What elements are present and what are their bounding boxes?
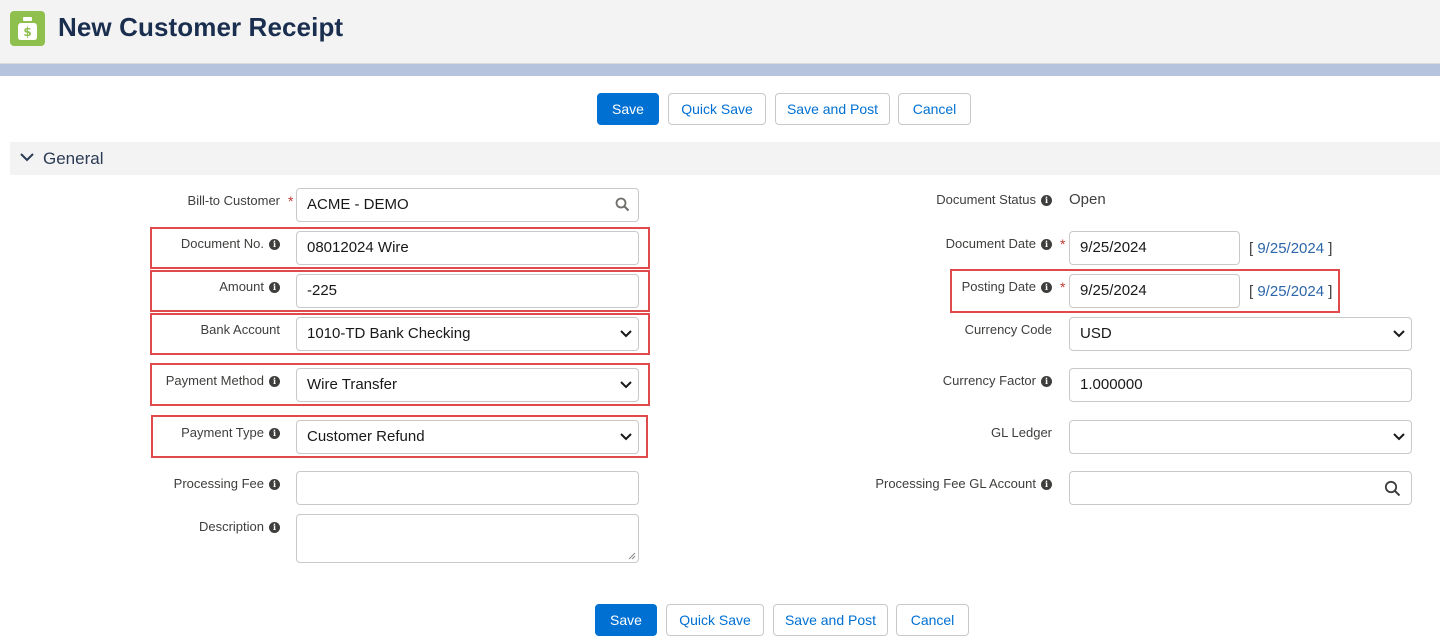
document-date-input[interactable]: 9/25/2024 <box>1069 231 1240 265</box>
payment-method-value: Wire Transfer <box>307 376 398 393</box>
search-icon[interactable] <box>1384 480 1401 497</box>
currency-factor-value: 1.000000 <box>1080 376 1143 393</box>
payment-type-select[interactable]: Customer Refund <box>296 420 639 454</box>
page-header: $ New Customer Receipt <box>0 0 1440 64</box>
currency-factor-label: Currency Factor i <box>943 373 1052 388</box>
currency-code-value: USD <box>1080 325 1112 342</box>
description-label: Description i <box>199 519 280 534</box>
payment-type-label: Payment Type i <box>181 425 280 440</box>
bracket-open: [ <box>1249 283 1254 300</box>
bill-to-customer-input[interactable]: ACME - DEMO <box>296 188 639 222</box>
processing-fee-input[interactable] <box>296 471 639 505</box>
save-and-post-button[interactable]: Save and Post <box>775 93 890 125</box>
posting-date-input[interactable]: 9/25/2024 <box>1069 274 1240 308</box>
save-button[interactable]: Save <box>597 93 659 125</box>
bank-account-value: 1010-TD Bank Checking <box>307 325 471 342</box>
quick-save-button[interactable]: Quick Save <box>668 93 766 125</box>
info-icon[interactable]: i <box>269 239 280 250</box>
header-divider-band <box>0 64 1440 76</box>
save-button-bottom[interactable]: Save <box>595 604 657 636</box>
info-icon[interactable]: i <box>1041 376 1052 387</box>
required-marker: * <box>1060 236 1066 252</box>
posting-date-value: 9/25/2024 <box>1080 282 1147 299</box>
document-no-value: 08012024 Wire <box>307 239 409 256</box>
required-marker: * <box>288 193 294 209</box>
gl-ledger-select[interactable] <box>1069 420 1412 454</box>
payment-type-value: Customer Refund <box>307 428 425 445</box>
info-icon[interactable]: i <box>269 282 280 293</box>
currency-factor-input[interactable]: 1.000000 <box>1069 368 1412 402</box>
processing-fee-label: Processing Fee i <box>174 476 280 491</box>
chevron-down-icon[interactable] <box>620 380 632 390</box>
amount-label: Amount i <box>219 279 280 294</box>
cancel-button[interactable]: Cancel <box>898 93 971 125</box>
currency-code-select[interactable]: USD <box>1069 317 1412 351</box>
bill-to-customer-label: Bill-to Customer <box>187 193 280 208</box>
resize-handle-icon[interactable] <box>628 552 636 560</box>
chevron-down-icon[interactable] <box>1393 432 1405 442</box>
document-status-label: Document Status i <box>936 192 1052 207</box>
description-textarea[interactable] <box>296 514 639 563</box>
bank-account-label: Bank Account <box>200 322 281 337</box>
document-no-label: Document No. i <box>181 236 280 251</box>
save-and-post-button-bottom[interactable]: Save and Post <box>773 604 888 636</box>
chevron-down-icon[interactable] <box>620 432 632 442</box>
currency-code-label: Currency Code <box>964 322 1052 337</box>
payment-method-select[interactable]: Wire Transfer <box>296 368 639 402</box>
document-status-value: Open <box>1069 191 1106 208</box>
info-icon[interactable]: i <box>1041 479 1052 490</box>
document-date-value: 9/25/2024 <box>1080 239 1147 256</box>
quick-save-button-bottom[interactable]: Quick Save <box>666 604 764 636</box>
search-icon[interactable] <box>615 197 630 212</box>
bracket-open: [ <box>1249 240 1254 257</box>
posting-date-default: [ 9/25/2024 ] <box>1249 283 1332 300</box>
bracket-close: ] <box>1328 240 1333 257</box>
page-title: New Customer Receipt <box>58 12 344 42</box>
info-icon[interactable]: i <box>1041 195 1052 206</box>
document-date-link[interactable]: 9/25/2024 <box>1257 240 1324 257</box>
bank-account-select[interactable]: 1010-TD Bank Checking <box>296 317 639 351</box>
processing-fee-gl-account-input[interactable] <box>1069 471 1412 505</box>
chevron-down-icon[interactable] <box>620 329 632 339</box>
money-bag-icon: $ <box>10 11 45 46</box>
info-icon[interactable]: i <box>1041 239 1052 250</box>
info-icon[interactable]: i <box>269 376 280 387</box>
info-icon[interactable]: i <box>269 479 280 490</box>
amount-input[interactable]: -225 <box>296 274 639 308</box>
bracket-close: ] <box>1328 283 1333 300</box>
chevron-down-icon[interactable] <box>20 150 34 164</box>
info-icon[interactable]: i <box>269 522 280 533</box>
required-marker: * <box>1060 279 1066 295</box>
bill-to-customer-value: ACME - DEMO <box>307 196 409 213</box>
svg-text:$: $ <box>23 25 31 39</box>
posting-date-label: Posting Date i <box>962 279 1052 294</box>
document-date-default: [ 9/25/2024 ] <box>1249 240 1332 257</box>
info-icon[interactable]: i <box>269 428 280 439</box>
chevron-down-icon[interactable] <box>1393 329 1405 339</box>
payment-method-label: Payment Method i <box>166 373 280 388</box>
gl-ledger-label: GL Ledger <box>991 425 1052 440</box>
amount-value: -225 <box>307 282 338 299</box>
document-no-input[interactable]: 08012024 Wire <box>296 231 639 265</box>
section-general-header[interactable]: General <box>10 142 1440 175</box>
cancel-button-bottom[interactable]: Cancel <box>896 604 969 636</box>
document-date-label: Document Date i <box>946 236 1052 251</box>
posting-date-link[interactable]: 9/25/2024 <box>1257 283 1324 300</box>
info-icon[interactable]: i <box>1041 282 1052 293</box>
section-title: General <box>43 149 104 168</box>
processing-fee-gl-account-label: Processing Fee GL Account i <box>875 476 1052 491</box>
